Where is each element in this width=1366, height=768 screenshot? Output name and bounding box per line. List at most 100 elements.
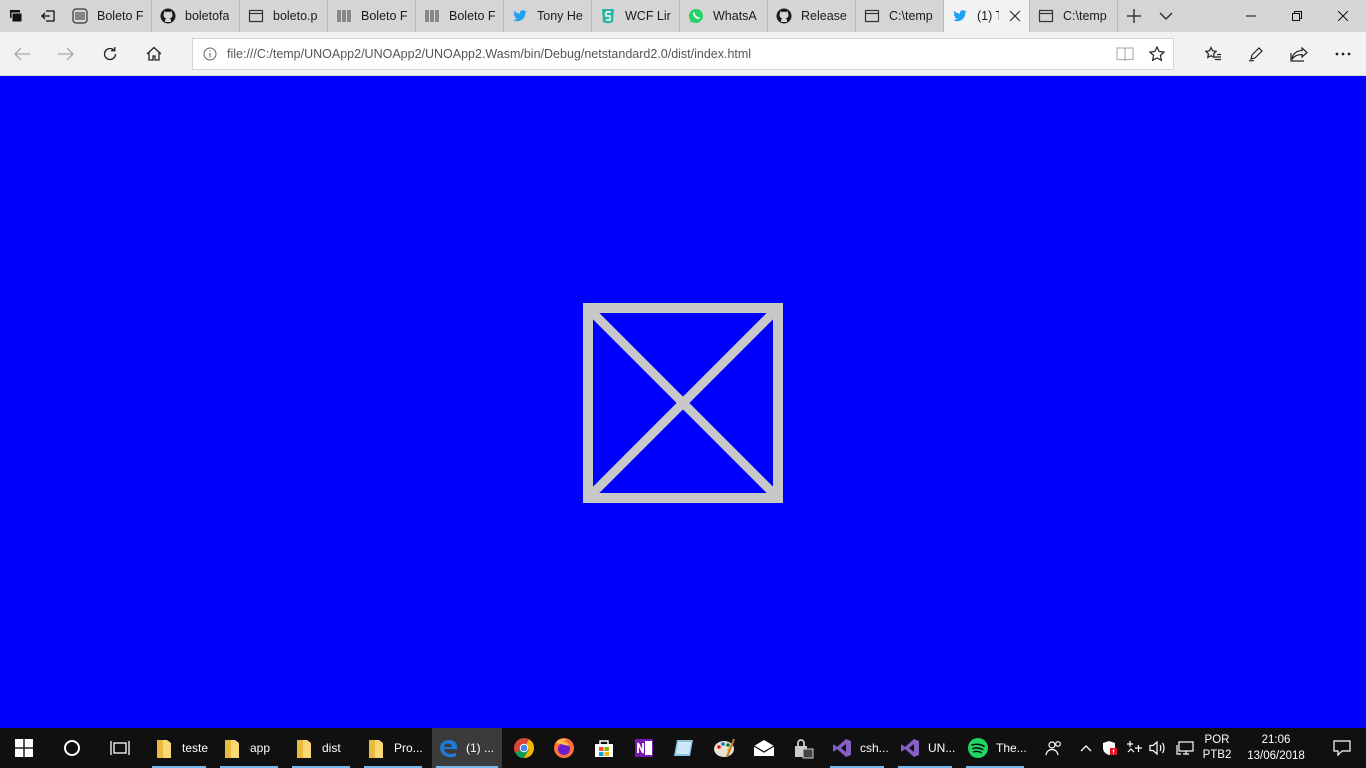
system-tray: POR PTB2 21:06 13/06/2018 bbox=[1034, 728, 1366, 768]
language-code: POR bbox=[1204, 734, 1230, 746]
new-tab-button[interactable] bbox=[1118, 0, 1150, 32]
whatsapp-icon bbox=[688, 8, 704, 24]
folder-icon bbox=[152, 736, 176, 760]
tab-preview-icon[interactable] bbox=[0, 0, 32, 32]
wcf-icon bbox=[600, 8, 616, 24]
more-menu-icon[interactable] bbox=[1327, 38, 1359, 70]
taskbar-app-label: dist bbox=[322, 741, 341, 755]
taskbar-app-active[interactable]: (1) ... bbox=[432, 728, 502, 768]
tab-label: (1) T bbox=[977, 9, 999, 23]
keyboard-layout: PTB2 bbox=[1202, 749, 1232, 761]
system-clock[interactable]: 21:06 13/06/2018 bbox=[1234, 728, 1318, 768]
barcode-icon bbox=[336, 8, 352, 24]
tab-label: Boleto F bbox=[361, 9, 408, 23]
taskbar-app-label: app bbox=[250, 741, 271, 755]
folder-icon bbox=[364, 736, 388, 760]
browser-tab[interactable]: Release bbox=[768, 0, 856, 32]
cortana-search-icon[interactable] bbox=[48, 728, 96, 768]
browser-tab[interactable]: Boleto F bbox=[328, 0, 416, 32]
browser-tab[interactable]: C:\temp bbox=[1030, 0, 1118, 32]
taskbar-app-label: (1) ... bbox=[466, 741, 495, 755]
onenote-icon[interactable] bbox=[624, 728, 664, 768]
taskbar-app[interactable]: The... bbox=[962, 728, 1028, 768]
reading-view-icon[interactable] bbox=[1109, 39, 1141, 69]
firefox-icon[interactable] bbox=[544, 728, 584, 768]
twitter-icon bbox=[952, 8, 968, 24]
folder-icon bbox=[220, 736, 244, 760]
forward-button[interactable] bbox=[50, 38, 82, 70]
browser-tab[interactable]: C:\temp bbox=[856, 0, 944, 32]
favorites-hub-icon[interactable] bbox=[1197, 38, 1229, 70]
tab-label: Release bbox=[801, 9, 847, 23]
taskbar-app[interactable]: dist bbox=[288, 728, 354, 768]
visual-studio-icon bbox=[898, 736, 922, 760]
taskbar-app[interactable]: app bbox=[216, 728, 282, 768]
browser-tab[interactable]: Boleto F bbox=[416, 0, 504, 32]
info-icon[interactable] bbox=[193, 47, 227, 61]
visual-studio-icon bbox=[830, 736, 854, 760]
volume-icon[interactable] bbox=[1146, 728, 1170, 768]
chevron-up-icon[interactable] bbox=[1074, 728, 1098, 768]
address-url[interactable]: file:///C:/temp/UNOApp2/UNOApp2/UNOApp2.… bbox=[227, 47, 1109, 61]
back-button[interactable] bbox=[6, 38, 38, 70]
tab-label: Boleto F bbox=[97, 9, 144, 23]
sticky-notes-icon[interactable] bbox=[664, 728, 704, 768]
browser-tab[interactable]: Tony He bbox=[504, 0, 592, 32]
tab-label: C:\temp bbox=[889, 9, 933, 23]
paint-icon[interactable] bbox=[704, 728, 744, 768]
store-icon[interactable] bbox=[584, 728, 624, 768]
security-icon[interactable] bbox=[784, 728, 824, 768]
home-button[interactable] bbox=[138, 38, 170, 70]
tab-label: Boleto F bbox=[449, 9, 496, 23]
share-icon[interactable] bbox=[1283, 38, 1315, 70]
taskbar-app-label: teste bbox=[182, 741, 209, 755]
barcode-icon bbox=[424, 8, 440, 24]
browser-tab[interactable]: boletofa bbox=[152, 0, 240, 32]
defender-warning-icon[interactable] bbox=[1098, 728, 1122, 768]
refresh-button[interactable] bbox=[94, 38, 126, 70]
browser-tab[interactable]: Boleto F bbox=[64, 0, 152, 32]
spotify-icon bbox=[966, 736, 990, 760]
browser-tab[interactable]: boleto.p bbox=[240, 0, 328, 32]
browser-tab[interactable]: WhatsA bbox=[680, 0, 768, 32]
taskbar-app-label: Pro... bbox=[394, 741, 423, 755]
address-bar[interactable]: file:///C:/temp/UNOApp2/UNOApp2/UNOApp2.… bbox=[192, 38, 1174, 70]
favorite-star-icon[interactable] bbox=[1141, 39, 1173, 69]
notes-pen-icon[interactable] bbox=[1240, 38, 1272, 70]
browser-tab[interactable]: WCF Lir bbox=[592, 0, 680, 32]
github-icon bbox=[160, 8, 176, 24]
window-controls bbox=[1228, 0, 1366, 32]
minimize-button[interactable] bbox=[1228, 0, 1274, 32]
people-icon[interactable] bbox=[1034, 728, 1074, 768]
mail-icon[interactable] bbox=[744, 728, 784, 768]
tab-label: WhatsA bbox=[713, 9, 757, 23]
page-icon bbox=[248, 8, 264, 24]
task-view-icon[interactable] bbox=[96, 728, 144, 768]
page-icon bbox=[864, 8, 880, 24]
twitter-icon bbox=[512, 8, 528, 24]
taskbar-app-label: The... bbox=[996, 741, 1027, 755]
taskbar-app[interactable]: csh... bbox=[826, 728, 888, 768]
taskbar-app[interactable]: Pro... bbox=[360, 728, 426, 768]
page-viewport bbox=[0, 77, 1366, 728]
clock-date: 13/06/2018 bbox=[1247, 750, 1305, 762]
tabs-aside-icon[interactable] bbox=[32, 0, 64, 32]
taskbar-app[interactable]: teste bbox=[148, 728, 210, 768]
network-icon[interactable] bbox=[1122, 728, 1146, 768]
input-language-indicator[interactable]: POR PTB2 bbox=[1200, 728, 1234, 768]
barcode-icon bbox=[72, 8, 88, 24]
tab-label: boletofa bbox=[185, 9, 230, 23]
chrome-icon[interactable] bbox=[504, 728, 544, 768]
folder-icon bbox=[292, 736, 316, 760]
taskbar-app[interactable]: UN... bbox=[894, 728, 956, 768]
close-tab-icon[interactable] bbox=[1007, 10, 1023, 22]
browser-tab-active[interactable]: (1) T bbox=[944, 0, 1030, 32]
display-connect-icon[interactable] bbox=[1170, 728, 1200, 768]
action-center-icon[interactable] bbox=[1318, 728, 1366, 768]
tab-list-chevron-icon[interactable] bbox=[1150, 0, 1182, 32]
close-window-button[interactable] bbox=[1320, 0, 1366, 32]
restore-button[interactable] bbox=[1274, 0, 1320, 32]
taskbar-app-label: csh... bbox=[860, 741, 888, 755]
tab-label: WCF Lir bbox=[625, 9, 671, 23]
windows-start-icon[interactable] bbox=[0, 728, 48, 768]
